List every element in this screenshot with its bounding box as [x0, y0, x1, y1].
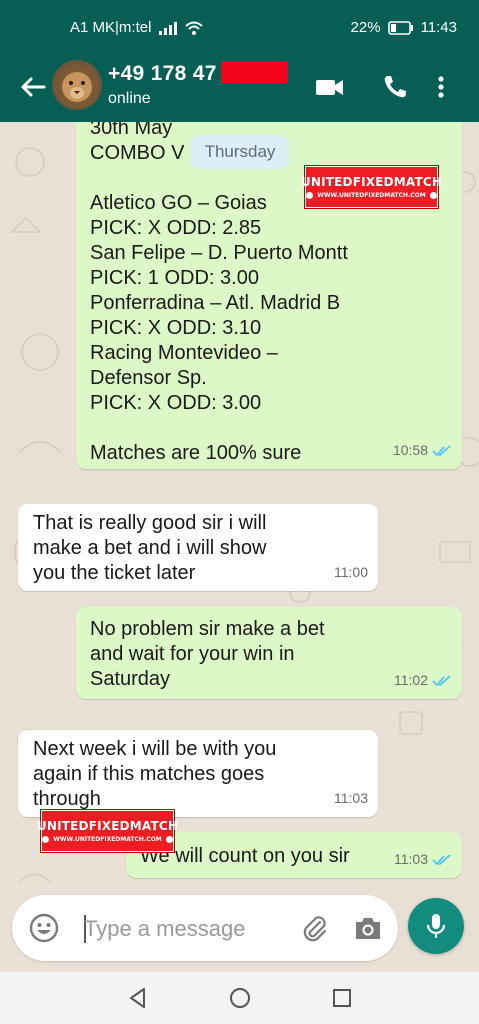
message-bubble[interactable]: That is really good sir i will make a be…	[18, 504, 378, 591]
message-line: San Felipe – D. Puerto Montt	[90, 242, 348, 264]
wifi-icon	[185, 21, 204, 35]
camera-icon[interactable]	[352, 913, 384, 943]
battery-percent: 22%	[350, 19, 381, 36]
message-bubble[interactable]: No problem sir make a bet and wait for y…	[76, 607, 462, 699]
message-time: 10:58	[393, 438, 452, 463]
video-call-icon[interactable]	[314, 72, 346, 102]
read-ticks-icon	[432, 444, 451, 456]
contact-name[interactable]: +49 178 47	[108, 62, 217, 86]
time-label: 10:58	[392, 442, 428, 458]
message-bubble[interactable]: Next week i will be with you again if th…	[18, 730, 378, 817]
emoji-icon[interactable]	[28, 912, 60, 944]
system-nav-bar	[0, 972, 479, 1024]
message-line: Matches are 100% sure	[90, 442, 302, 464]
attach-icon[interactable]	[300, 913, 330, 943]
chat-header: +49 178 47 online	[0, 52, 479, 122]
day-separator: Thursday	[191, 135, 289, 169]
message-line: make a bet and i will show	[33, 537, 267, 559]
back-arrow-icon[interactable]	[18, 72, 48, 102]
more-vert-icon[interactable]	[434, 72, 448, 102]
message-line: and wait for your win in	[90, 643, 295, 665]
avatar[interactable]	[52, 60, 102, 110]
time-label: 11:02	[394, 672, 428, 688]
clock: 11:43	[420, 19, 457, 36]
contact-status: online	[108, 90, 151, 107]
nav-recents-icon[interactable]	[330, 986, 354, 1010]
message-line: you the ticket later	[33, 562, 196, 584]
phone-icon[interactable]	[380, 72, 412, 102]
watermark-title: UNITEDFIXEDMATCH	[300, 175, 443, 189]
chat-area[interactable]: 30th May COMBO V Atletico GO – Goias PIC…	[0, 122, 479, 972]
message-line: again if this matches goes	[33, 763, 265, 785]
time-label: 11:00	[334, 564, 368, 580]
mic-icon	[426, 914, 446, 938]
nav-home-icon[interactable]	[228, 986, 252, 1010]
watermark-url: WWW.UNITEDFIXEDMATCH.COM	[317, 192, 426, 199]
carrier-label: A1 MK|m:tel	[70, 19, 152, 36]
message-line: Next week i will be with you	[33, 738, 277, 760]
watermark-title: UNITEDFIXEDMATCH	[36, 819, 179, 833]
watermark-logo: UNITEDFIXEDMATCH WWW.UNITEDFIXEDMATCH.CO…	[37, 810, 178, 852]
message-line: Saturday	[90, 668, 171, 690]
time-label: 11:03	[334, 790, 368, 806]
read-ticks-icon	[432, 853, 451, 865]
time-label: 11:03	[394, 851, 428, 867]
battery-icon	[387, 20, 413, 35]
mic-button[interactable]	[408, 898, 464, 954]
message-input[interactable]: Type a message	[84, 916, 245, 942]
message-line: Defensor Sp.	[90, 367, 207, 389]
message-line: That is really good sir i will	[33, 512, 267, 534]
message-line	[90, 416, 348, 441]
message-line: Ponferradina – Atl. Madrid B	[90, 292, 341, 314]
nav-back-icon[interactable]	[126, 986, 150, 1010]
signal-icon	[159, 21, 178, 35]
watermark-url: WWW.UNITEDFIXEDMATCH.COM	[53, 836, 162, 843]
message-line: PICK: X ODD: 2.85	[90, 217, 262, 239]
message-time: 11:02	[394, 668, 452, 693]
status-bar: A1 MK|m:tel 22% 11:43	[0, 0, 479, 52]
message-line: PICK: X ODD: 3.00	[90, 392, 262, 414]
message-line: PICK: X ODD: 3.10	[90, 317, 262, 339]
watermark-logo: UNITEDFIXEDMATCH WWW.UNITEDFIXEDMATCH.CO…	[301, 166, 442, 208]
message-time: 11:03	[334, 786, 368, 811]
message-line: No problem sir make a bet	[90, 618, 325, 640]
message-bubble[interactable]: We will count on you sir 11:03	[126, 832, 462, 878]
message-line: PICK: 1 ODD: 3.00	[90, 267, 259, 289]
read-ticks-icon	[432, 674, 451, 686]
message-line: through	[33, 788, 101, 810]
message-line: Racing Montevideo –	[90, 342, 278, 364]
message-composer[interactable]: Type a message	[12, 895, 398, 961]
message-time: 11:03	[394, 847, 452, 872]
message-time: 11:00	[334, 560, 368, 585]
redaction-box	[221, 62, 288, 83]
